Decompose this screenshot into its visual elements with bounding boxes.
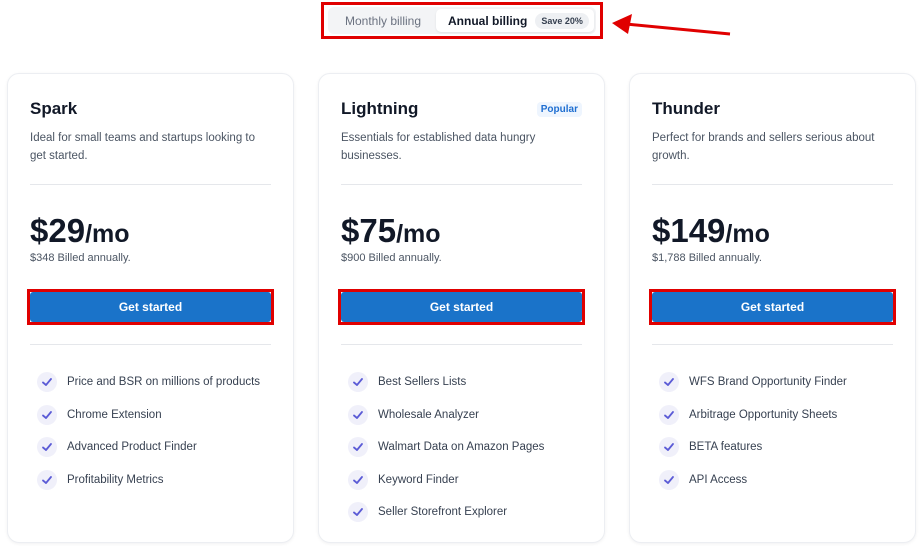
feature-label: Seller Storefront Explorer	[378, 506, 508, 519]
divider	[652, 344, 893, 345]
check-icon	[348, 437, 368, 458]
check-icon	[348, 469, 368, 490]
price-amount: $29	[30, 212, 86, 249]
feature-item: BETA features	[652, 431, 893, 464]
annual-billing-label: Annual billing	[448, 13, 528, 28]
feature-item: Seller Storefront Explorer	[341, 496, 582, 529]
check-icon	[659, 404, 679, 425]
feature-label: Walmart Data on Amazon Pages	[378, 441, 545, 454]
feature-label: Advanced Product Finder	[67, 441, 197, 454]
plan-description: Perfect for brands and sellers serious a…	[652, 132, 875, 162]
price-amount: $75	[341, 212, 397, 249]
divider	[652, 184, 893, 185]
plan-price: $75/mo	[341, 212, 441, 250]
plan-card-1: Lightning Popular Essentials for establi…	[318, 73, 605, 543]
plan-price: $29/mo	[30, 212, 130, 250]
feature-label: Profitability Metrics	[67, 473, 164, 486]
price-amount: $149	[652, 212, 726, 249]
feature-label: Chrome Extension	[67, 408, 162, 421]
billed-annually-note: $900 Billed annually.	[341, 252, 442, 264]
feature-label: Arbitrage Opportunity Sheets	[689, 408, 838, 421]
billed-annually-note: $1,788 Billed annually.	[652, 252, 762, 264]
feature-item: API Access	[652, 464, 893, 497]
divider	[341, 344, 582, 345]
feature-label: Best Sellers Lists	[378, 376, 467, 389]
check-icon	[348, 372, 368, 393]
check-icon	[659, 372, 679, 393]
feature-item: Profitability Metrics	[30, 464, 271, 497]
get-started-button[interactable]: Get started	[652, 292, 893, 322]
feature-label: BETA features	[689, 441, 763, 454]
feature-label: Keyword Finder	[378, 473, 459, 486]
feature-item: Advanced Product Finder	[30, 431, 271, 464]
price-period: /mo	[725, 220, 770, 248]
get-started-button[interactable]: Get started	[341, 292, 582, 322]
divider	[30, 344, 271, 345]
price-period: /mo	[85, 220, 130, 248]
feature-list: Best Sellers Lists Wholesale Analyzer Wa…	[341, 366, 582, 529]
price-period: /mo	[396, 220, 441, 248]
feature-item: Best Sellers Lists	[341, 366, 582, 399]
feature-list: WFS Brand Opportunity Finder Arbitrage O…	[652, 366, 893, 496]
check-icon	[37, 437, 57, 458]
check-icon	[348, 404, 368, 425]
feature-item: Price and BSR on millions of products	[30, 366, 271, 399]
feature-item: Arbitrage Opportunity Sheets	[652, 399, 893, 432]
billed-annually-note: $348 Billed annually.	[30, 252, 131, 264]
plan-name: Thunder	[652, 99, 720, 118]
plan-description: Essentials for established data hungry b…	[341, 132, 536, 162]
divider	[341, 184, 582, 185]
check-icon	[659, 437, 679, 458]
feature-label: WFS Brand Opportunity Finder	[689, 376, 847, 389]
monthly-billing-option[interactable]: Monthly billing	[330, 9, 436, 32]
feature-item: WFS Brand Opportunity Finder	[652, 366, 893, 399]
popular-badge: Popular	[536, 102, 582, 117]
annotation-arrow-icon	[612, 14, 731, 36]
feature-list: Price and BSR on millions of products Ch…	[30, 366, 271, 496]
get-started-button[interactable]: Get started	[30, 292, 271, 322]
annual-billing-option[interactable]: Annual billing Save 20%	[436, 9, 594, 32]
feature-label: API Access	[689, 473, 748, 486]
feature-item: Wholesale Analyzer	[341, 399, 582, 432]
check-icon	[659, 469, 679, 490]
plan-price: $149/mo	[652, 212, 770, 250]
plan-name: Lightning	[341, 99, 419, 118]
check-icon	[37, 404, 57, 425]
billing-toggle: Monthly billing Annual billing Save 20%	[328, 7, 596, 34]
feature-label: Price and BSR on millions of products	[67, 376, 261, 389]
plan-name: Spark	[30, 99, 78, 118]
save-badge: Save 20%	[535, 12, 589, 29]
feature-item: Walmart Data on Amazon Pages	[341, 431, 582, 464]
feature-item: Chrome Extension	[30, 399, 271, 432]
check-icon	[37, 372, 57, 393]
feature-item: Keyword Finder	[341, 464, 582, 497]
check-icon	[37, 469, 57, 490]
plan-description: Ideal for small teams and startups looki…	[30, 132, 256, 162]
divider	[30, 184, 271, 185]
plan-card-2: Thunder Perfect for brands and sellers s…	[629, 73, 916, 543]
check-icon	[348, 502, 368, 523]
feature-label: Wholesale Analyzer	[378, 408, 479, 421]
plan-card-0: Spark Ideal for small teams and startups…	[7, 73, 294, 543]
